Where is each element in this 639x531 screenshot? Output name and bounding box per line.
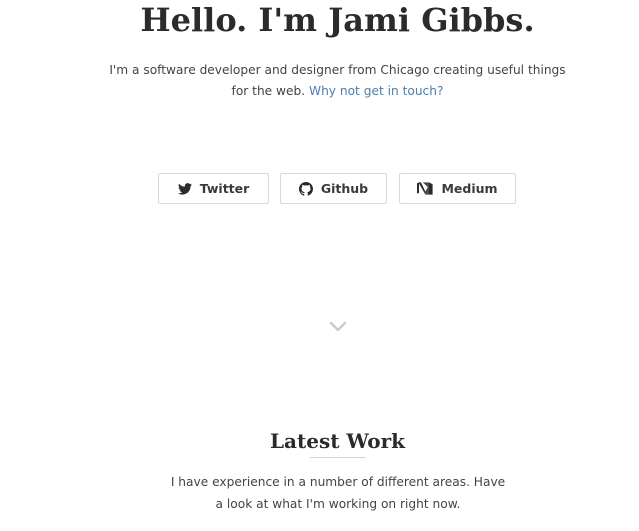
page-title: Hello. I'm Jami Gibbs.	[140, 1, 535, 39]
latest-work-title: Latest Work	[269, 429, 405, 453]
medium-label: Medium	[441, 181, 498, 196]
chevron-down-icon	[329, 318, 347, 337]
section-divider	[310, 457, 366, 458]
medium-button[interactable]: Medium	[399, 173, 516, 204]
twitter-icon	[177, 182, 200, 195]
contact-link[interactable]: Why not get in touch?	[309, 84, 443, 98]
github-icon	[298, 181, 321, 196]
medium-icon	[417, 182, 441, 195]
github-button[interactable]: Github	[280, 173, 387, 204]
github-label: Github	[320, 181, 369, 196]
scroll-down-button[interactable]	[329, 318, 347, 332]
twitter-button[interactable]: Twitter	[158, 173, 269, 204]
latest-work-description: I have experience in a number of differe…	[170, 475, 506, 511]
hero-intro: I'm a software developer and designer fr…	[104, 60, 571, 102]
social-links: Twitter Github Medium	[0, 173, 639, 206]
twitter-label: Twitter	[199, 181, 250, 196]
